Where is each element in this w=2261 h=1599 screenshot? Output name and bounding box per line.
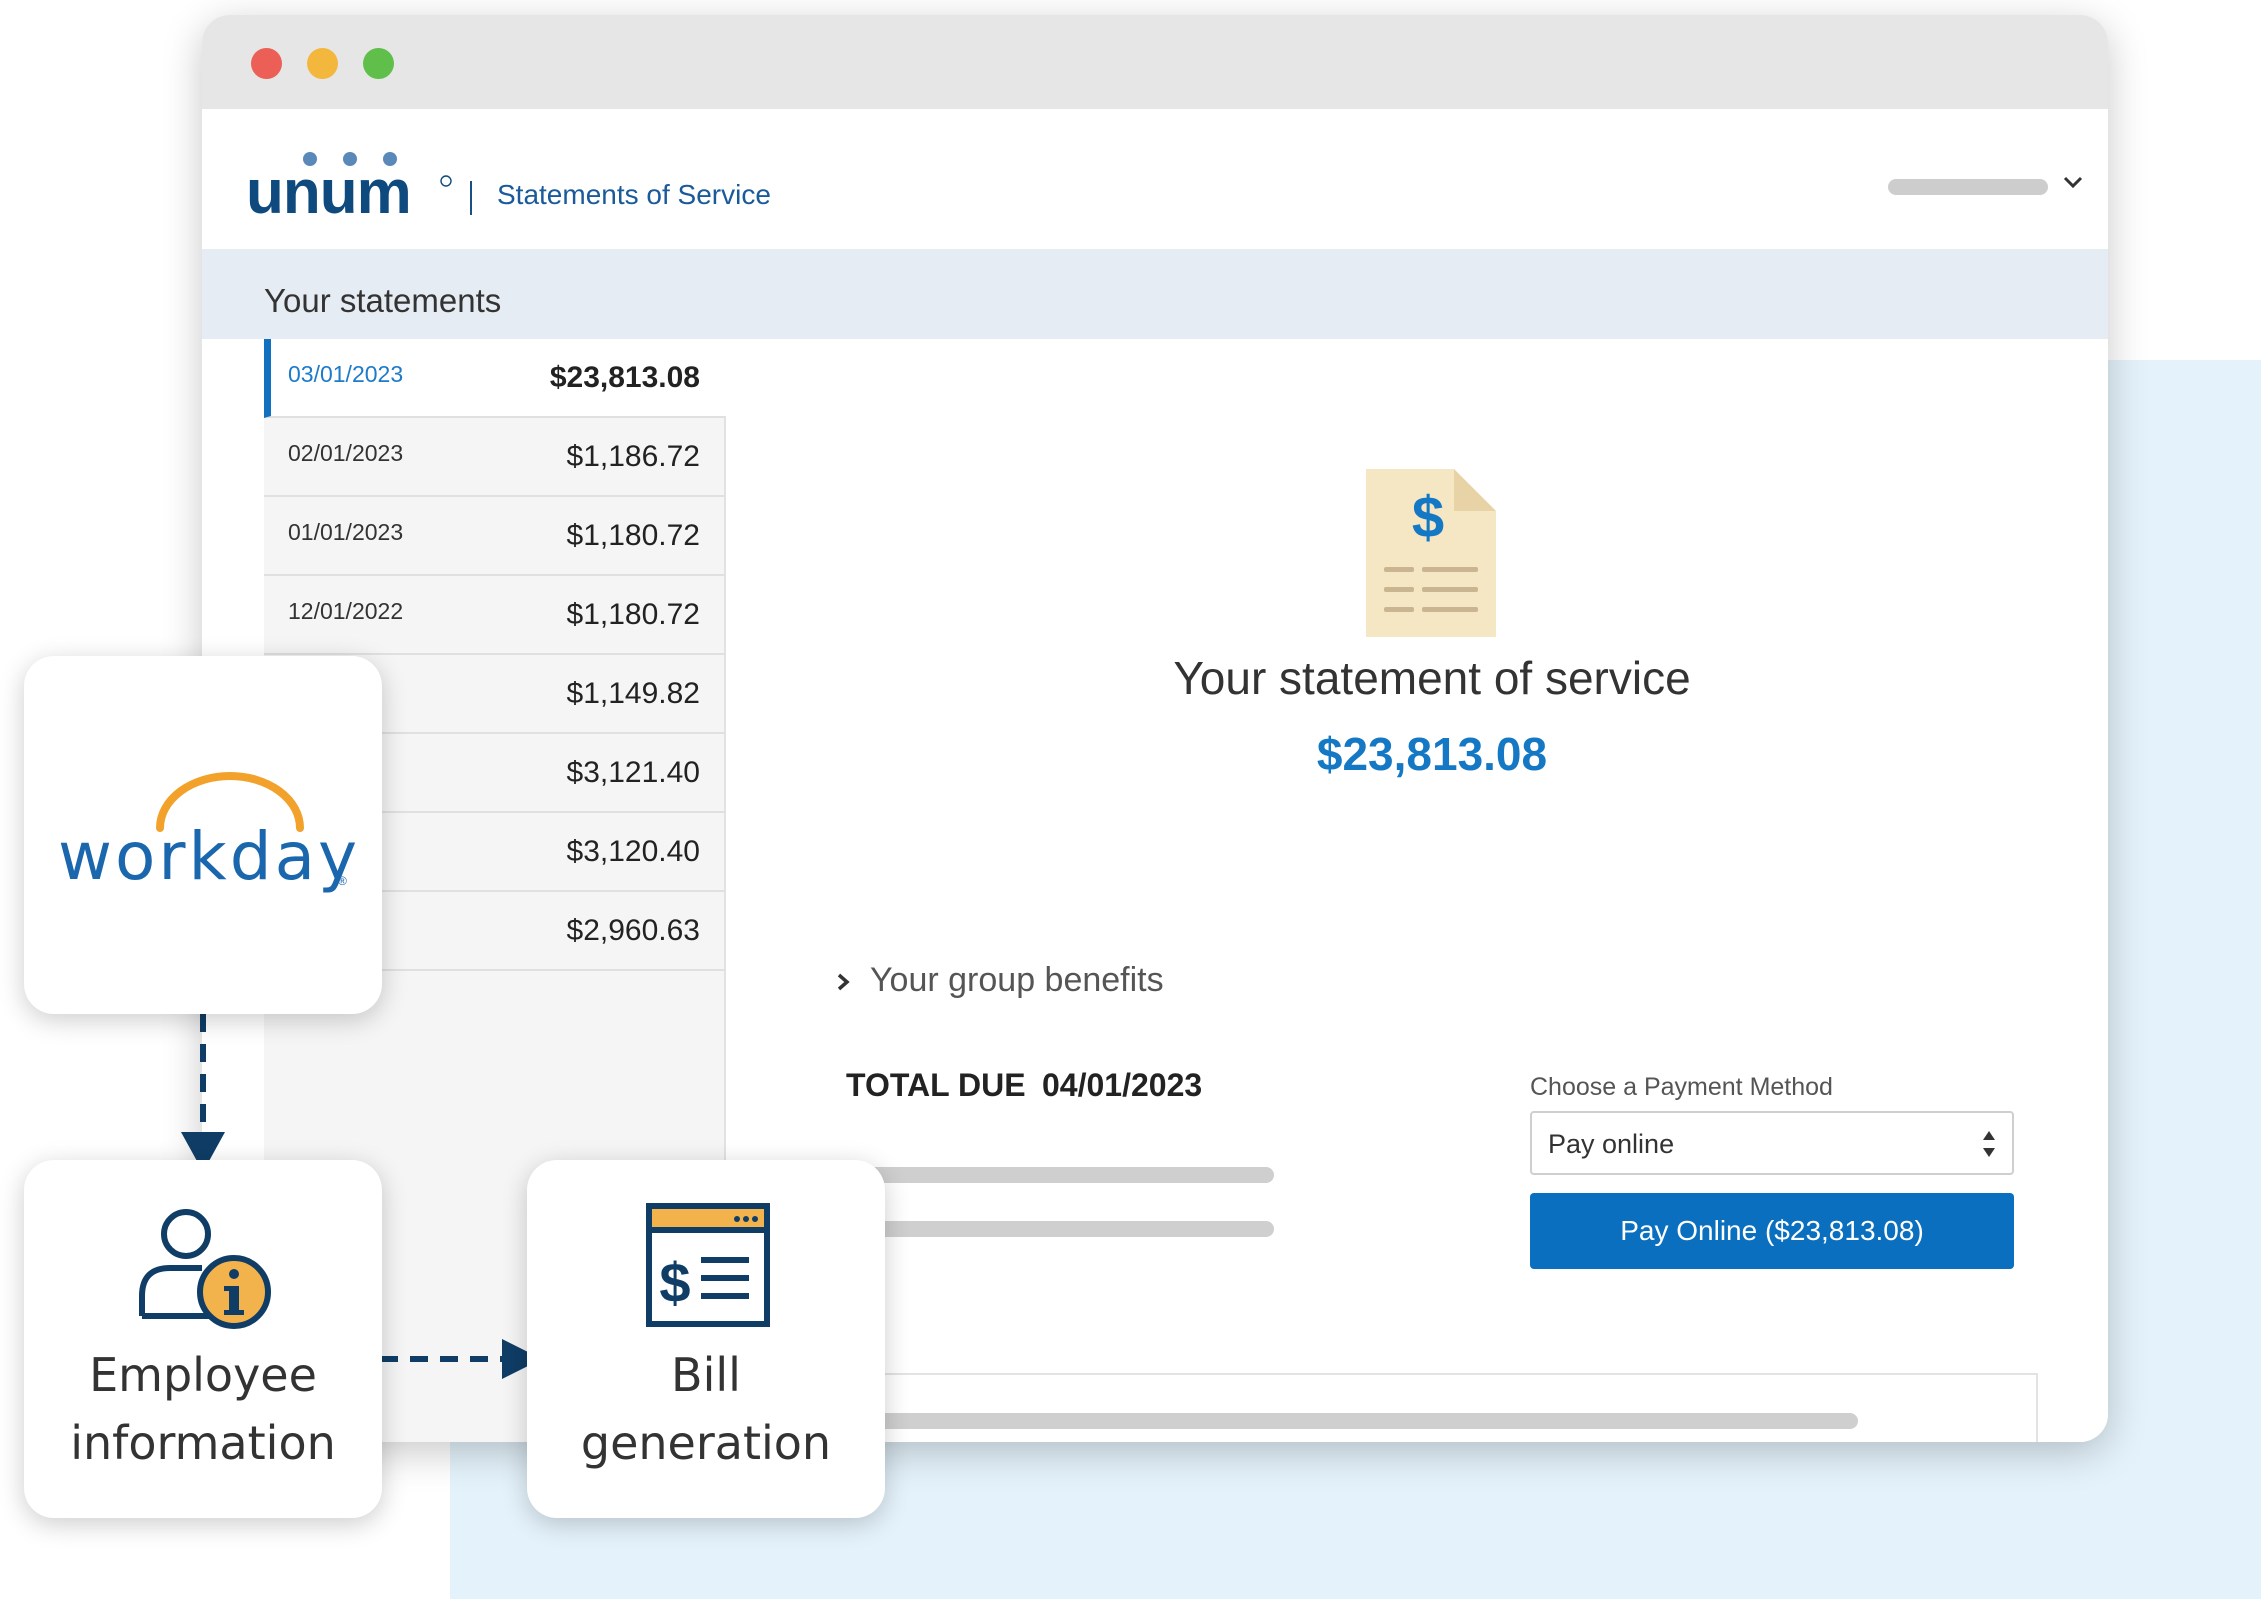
group-benefits-toggle[interactable]: Your group benefits — [870, 961, 1164, 1000]
statement-row[interactable]: 02/01/2023 $1,186.72 — [264, 418, 726, 497]
app-header: unum Statements of Service — [202, 109, 2108, 249]
statement-row[interactable]: 01/01/2023 $1,180.72 — [264, 497, 726, 576]
svg-text:unum: unum — [246, 158, 411, 219]
svg-text:$: $ — [659, 1251, 690, 1314]
statement-row[interactable]: 03/01/2023 $23,813.08 — [264, 339, 726, 418]
statement-amount: $3,121.40 — [566, 756, 700, 789]
bill-document-icon: $ — [646, 1203, 770, 1327]
employee-information-card: Employee information — [24, 1160, 382, 1518]
statement-date: 03/01/2023 — [288, 361, 404, 387]
chevron-down-icon[interactable] — [2058, 167, 2088, 197]
dashed-arrow-down — [181, 1014, 225, 1172]
statement-amount: $1,186.72 — [566, 440, 700, 473]
user-name-placeholder[interactable] — [1888, 179, 2048, 195]
statements-heading: Your statements — [264, 282, 502, 319]
svg-text:$: $ — [1412, 485, 1444, 550]
chevron-right-icon[interactable] — [832, 971, 854, 993]
workday-logo-text: workday — [58, 818, 361, 895]
maximize-window-button[interactable] — [363, 48, 394, 79]
statement-amount: $2,960.63 — [566, 914, 700, 947]
total-due-date: 04/01/2023 — [1042, 1067, 1203, 1103]
statement-date: 12/01/2022 — [288, 598, 404, 624]
payment-method-label: Choose a Payment Method — [1530, 1073, 1833, 1101]
statement-title: Your statement of service — [1173, 652, 1691, 704]
statement-date: 02/01/2023 — [288, 440, 404, 466]
dollar-document-icon: $ — [1366, 469, 1496, 637]
statement-amount-total: $23,813.08 — [1316, 728, 1548, 780]
unum-logo[interactable]: unum — [246, 151, 456, 219]
statement-amount: $3,120.40 — [566, 835, 700, 868]
total-due-label: TOTAL DUE — [846, 1067, 1026, 1103]
statement-amount: $1,149.82 — [566, 677, 700, 710]
loading-placeholder — [852, 1167, 1274, 1183]
loading-placeholder — [852, 1221, 1274, 1237]
header-divider — [470, 181, 472, 215]
statement-amount: $23,813.08 — [549, 361, 700, 394]
details-panel — [846, 1373, 2038, 1442]
registered-mark-icon: ® — [338, 874, 347, 888]
dashed-arrow-right — [380, 1339, 542, 1379]
statement-amount: $1,180.72 — [566, 598, 700, 631]
bill-label-line1: Bill — [671, 1348, 741, 1402]
workday-card: workday ® — [24, 656, 382, 1014]
employee-label-line1: Employee — [89, 1348, 317, 1402]
loading-placeholder — [848, 1413, 1858, 1429]
bill-generation-card: $ Bill generation — [527, 1160, 885, 1518]
statement-row[interactable]: 12/01/2022 $1,180.72 — [264, 576, 726, 655]
minimize-window-button[interactable] — [307, 48, 338, 79]
close-window-button[interactable] — [251, 48, 282, 79]
app-window: unum Statements of Service Your statemen… — [202, 15, 2108, 1442]
payment-method-value: Pay online — [1548, 1129, 1675, 1159]
app-title: Statements of Service — [497, 179, 771, 210]
statements-header: Your statements — [202, 249, 2108, 339]
bill-label-line2: generation — [580, 1416, 832, 1470]
user-info-icon — [139, 1209, 271, 1329]
statement-date: 01/01/2023 — [288, 519, 404, 545]
statement-amount: $1,180.72 — [566, 519, 700, 552]
employee-label-line2: information — [70, 1416, 336, 1470]
select-arrows-icon — [1983, 1131, 1995, 1157]
window-titlebar — [202, 15, 2108, 109]
pay-online-button[interactable]: Pay Online ($23,813.08) — [1530, 1193, 2014, 1269]
statement-detail: $ Your statement of service $23,813.08 Y… — [726, 339, 2108, 1442]
payment-method-select[interactable]: Pay online — [1530, 1111, 2014, 1175]
